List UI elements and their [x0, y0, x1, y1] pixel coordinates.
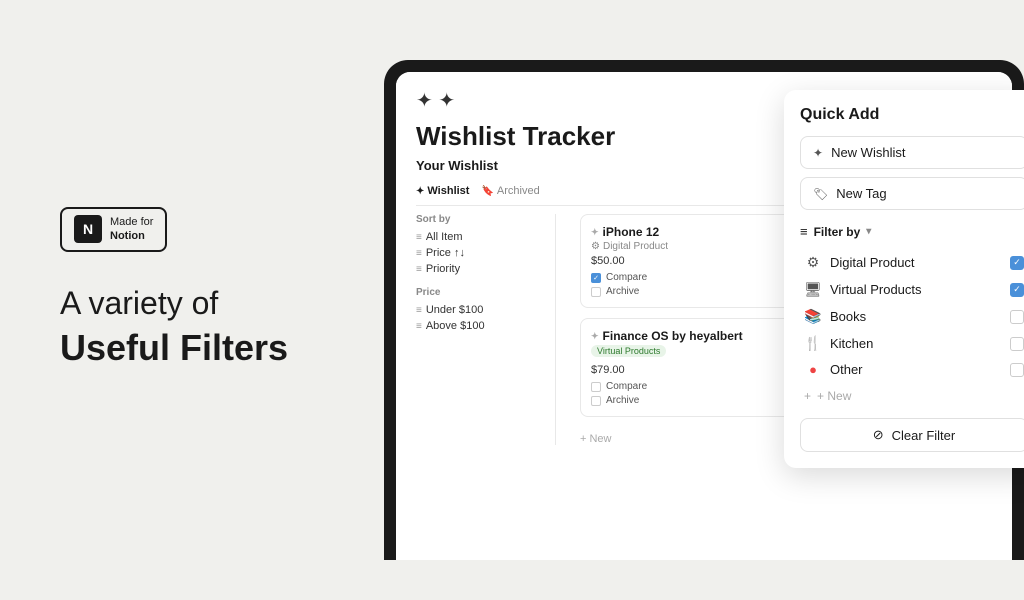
sort-price-item[interactable]: Price ↑↓: [416, 247, 545, 259]
tab-wishlist-label: Wishlist: [427, 185, 469, 197]
filter-icon-virtual-products: 🖥: [804, 281, 822, 298]
new-tag-icon: 🏷: [813, 187, 828, 201]
quick-add-panel: Quick Add ✦ New Wishlist 🏷 New Tag ≡ Fil…: [784, 90, 1024, 468]
filter-checkbox-digital-product[interactable]: [1010, 256, 1024, 270]
clear-filter-button[interactable]: ⊘ Clear Filter: [800, 418, 1024, 452]
archive-checkbox-0[interactable]: [591, 287, 601, 297]
new-wishlist-icon: ✦: [813, 146, 823, 160]
filter-icon-other: ●: [804, 362, 822, 377]
wishlist-tab-icon: ✦: [416, 186, 424, 197]
price-section: Price Under $100 Above $100: [416, 287, 545, 332]
filter-label-kitchen: Kitchen: [830, 336, 1002, 351]
tab-archived[interactable]: 🔖 Archived: [481, 185, 539, 197]
tagline-light: A variety of: [60, 284, 390, 322]
filter-checkbox-kitchen[interactable]: [1010, 337, 1024, 351]
filter-icon-digital-product: ⚙: [804, 254, 822, 271]
clear-filter-icon: ⊘: [873, 427, 884, 443]
add-new-label: + New: [580, 433, 612, 445]
compare-checkbox-1[interactable]: [591, 382, 601, 392]
new-tag-button[interactable]: 🏷 New Tag: [800, 177, 1024, 210]
filter-checkbox-other[interactable]: [1010, 363, 1024, 377]
filter-item-kitchen[interactable]: 🍴 Kitchen: [800, 330, 1024, 357]
left-panel: Sort by All Item Price ↑↓ Priority Price…: [416, 214, 556, 445]
item-icon-1: ✦: [591, 331, 599, 342]
filter-by-label: Filter by: [814, 225, 861, 239]
compare-checkbox-0[interactable]: [591, 273, 601, 283]
filter-item-virtual-products[interactable]: 🖥 Virtual Products: [800, 276, 1024, 303]
badge-text: Made for Notion: [110, 215, 153, 244]
price-under-100[interactable]: Under $100: [416, 304, 545, 316]
item-tag-icon-0: ⚙: [591, 241, 600, 252]
filter-label-digital-product: Digital Product: [830, 255, 1002, 270]
add-new-filter-icon: +: [804, 389, 811, 403]
filter-by-header: ≡ Filter by ▾: [800, 224, 1024, 239]
filter-chevron-icon: ▾: [866, 226, 871, 237]
filter-checkbox-books[interactable]: [1010, 310, 1024, 324]
new-filter-label: + New: [817, 389, 851, 403]
filter-by-list-icon: ≡: [800, 224, 808, 239]
new-wishlist-label: New Wishlist: [831, 145, 905, 160]
archived-tab-icon: 🔖: [481, 186, 493, 197]
notion-badge: N Made for Notion: [60, 207, 167, 252]
tagline-bold: Useful Filters: [60, 326, 390, 369]
filter-label-virtual-products: Virtual Products: [830, 282, 1002, 297]
new-tag-label: New Tag: [836, 186, 886, 201]
filter-label-other: Other: [830, 362, 1002, 377]
sort-all-item[interactable]: All Item: [416, 231, 545, 243]
made-for-label: Made for: [110, 215, 153, 229]
sort-section-title: Sort by: [416, 214, 545, 225]
notion-label: Notion: [110, 229, 153, 243]
compare-label-0: Compare: [606, 272, 647, 283]
filter-item-digital-product[interactable]: ⚙ Digital Product: [800, 249, 1024, 276]
archive-checkbox-1[interactable]: [591, 396, 601, 406]
tab-archived-label: Archived: [497, 185, 540, 197]
filter-label-books: Books: [830, 309, 1002, 324]
item-icon-0: ✦: [591, 227, 599, 238]
item-tag-badge-1: Virtual Products: [591, 345, 666, 357]
archive-label-0: Archive: [606, 286, 639, 297]
sort-priority-item[interactable]: Priority: [416, 263, 545, 275]
new-wishlist-button[interactable]: ✦ New Wishlist: [800, 136, 1024, 169]
notion-logo-icon: N: [74, 215, 102, 243]
compare-label-1: Compare: [606, 381, 647, 392]
quick-add-title: Quick Add: [800, 106, 1024, 124]
filter-item-books[interactable]: 📚 Books: [800, 303, 1024, 330]
device-container: ✦ ✦ Wishlist Tracker Your Wishlist ✦ Wis…: [384, 60, 1024, 600]
new-filter-row[interactable]: + + New: [800, 384, 1024, 408]
tab-wishlist[interactable]: ✦ Wishlist: [416, 185, 469, 197]
filter-icon-books: 📚: [804, 308, 822, 325]
price-above-100[interactable]: Above $100: [416, 320, 545, 332]
filter-item-other[interactable]: ● Other: [800, 357, 1024, 382]
filter-checkbox-virtual-products[interactable]: [1010, 283, 1024, 297]
left-section: N Made for Notion A variety of Useful Fi…: [0, 0, 390, 576]
archive-label-1: Archive: [606, 395, 639, 406]
price-section-title: Price: [416, 287, 545, 298]
filter-icon-kitchen: 🍴: [804, 335, 822, 352]
clear-filter-label: Clear Filter: [892, 428, 956, 443]
